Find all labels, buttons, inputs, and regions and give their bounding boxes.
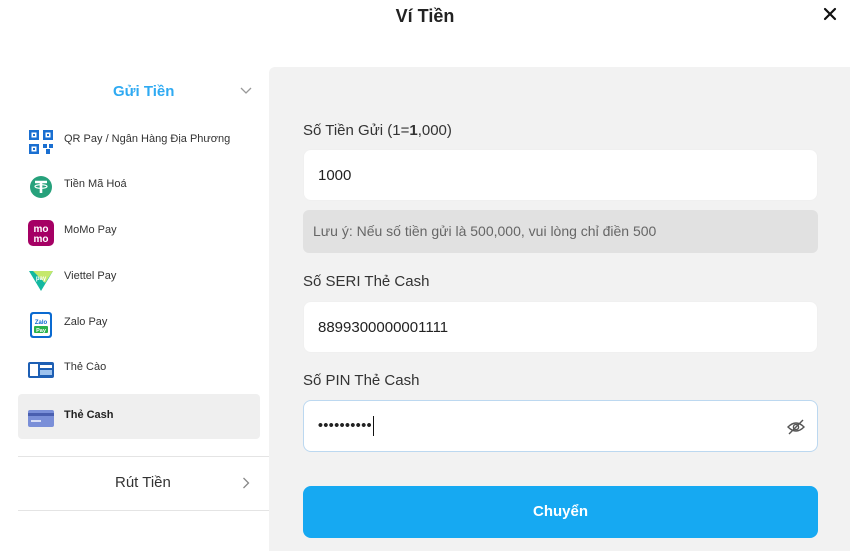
method-momo[interactable]: mo mo MoMo Pay	[18, 209, 260, 254]
method-label: MoMo Pay	[64, 224, 117, 236]
deposit-label: Gửi Tiền	[113, 83, 175, 100]
tether-icon	[30, 176, 52, 198]
serial-value: 8899300000001111	[318, 319, 449, 336]
divider	[18, 510, 270, 511]
method-label: Thẻ Cash	[64, 409, 114, 421]
close-icon[interactable]	[819, 3, 843, 27]
method-viettel-pay[interactable]: pay Viettel Pay	[18, 255, 260, 300]
amount-label: Số Tiền Gửi (1=1,000)	[303, 122, 452, 139]
amount-value: 1000	[318, 167, 352, 184]
method-crypto[interactable]: Tiền Mã Hoá	[18, 163, 260, 208]
eye-off-icon[interactable]	[786, 417, 806, 437]
method-scratch-card[interactable]: Thẻ Cào	[18, 346, 260, 391]
deposit-note: Lưu ý: Nếu số tiền gửi là 500,000, vui l…	[303, 210, 818, 253]
pin-label: Số PIN Thẻ Cash	[303, 372, 420, 389]
withdraw-section-toggle[interactable]: Rút Tiền	[18, 456, 270, 510]
zalo-pay-icon: Zalo Pay	[30, 312, 52, 338]
chevron-right-icon	[243, 477, 250, 489]
svg-text:pay: pay	[36, 276, 47, 282]
serial-input[interactable]: 8899300000001111	[303, 301, 818, 353]
deposit-form-panel: Số Tiền Gửi (1=1,000) 1000 Lưu ý: Nếu số…	[269, 67, 850, 551]
method-label: Zalo Pay	[64, 316, 108, 328]
method-label: Tiền Mã Hoá	[64, 178, 127, 190]
deposit-section-toggle[interactable]: Gửi Tiền	[18, 67, 261, 117]
amount-input[interactable]: 1000	[303, 149, 818, 201]
submit-button[interactable]: Chuyển	[303, 486, 818, 538]
text-cursor	[373, 416, 375, 436]
withdraw-label: Rút Tiền	[115, 474, 171, 491]
pin-value: ••••••••••	[318, 416, 375, 436]
method-label: Viettel Pay	[64, 270, 117, 282]
method-zalo-pay[interactable]: Zalo Pay Zalo Pay	[18, 301, 260, 346]
method-qr-pay[interactable]: QR Pay / Ngân Hàng Địa Phương	[18, 118, 260, 163]
pin-input[interactable]: ••••••••••	[303, 400, 818, 452]
method-label: Thẻ Cào	[64, 361, 107, 373]
qr-code-icon	[29, 130, 53, 154]
viettel-pay-icon: pay	[29, 271, 53, 291]
momo-icon: mo mo	[28, 220, 54, 246]
cash-card-icon	[28, 410, 54, 427]
scratch-card-icon	[28, 362, 54, 378]
page-title: Ví Tiền	[395, 6, 455, 26]
chevron-down-icon	[240, 87, 252, 94]
svg-text:mo: mo	[34, 234, 49, 245]
serial-label: Số SERI Thẻ Cash	[303, 273, 430, 290]
method-label: QR Pay / Ngân Hàng Địa Phương	[64, 133, 231, 145]
note-text: Lưu ý: Nếu số tiền gửi là 500,000, vui l…	[313, 223, 657, 239]
svg-text:Zalo: Zalo	[35, 320, 48, 326]
svg-text:Pay: Pay	[36, 328, 47, 334]
sidebar: Gửi Tiền QR Pay / Ngân Hàng Địa Phương T…	[18, 67, 270, 511]
method-cash-card[interactable]: Thẻ Cash	[18, 394, 260, 439]
